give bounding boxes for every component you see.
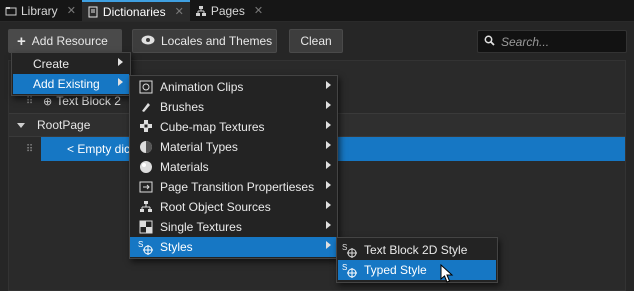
book-icon	[87, 6, 99, 18]
add-resource-button[interactable]: + Add Resource	[8, 29, 122, 53]
menu-item-root-object-sources[interactable]: Root Object Sources	[130, 197, 337, 217]
tab-strip: Library ✕ Dictionaries ✕ Pages ✕	[0, 0, 634, 22]
menu-item-page-transition[interactable]: Page Transition Propertieses	[130, 177, 337, 197]
style-icon: S	[342, 242, 358, 258]
menu-item-material-types[interactable]: Material Types	[130, 137, 337, 157]
menu-item-label: Material Types	[160, 140, 238, 154]
folder-icon	[5, 5, 17, 17]
style-icon: S	[138, 239, 154, 255]
root-object-icon	[138, 199, 154, 215]
menu-item-add-existing[interactable]: Add Existing	[13, 74, 129, 94]
brush-icon	[138, 99, 154, 115]
menu-item-single-textures[interactable]: Single Textures	[130, 217, 337, 237]
menu-item-label: Add Existing	[33, 77, 100, 91]
menu-item-label: Page Transition Propertieses	[160, 180, 315, 194]
chevron-right-icon	[326, 201, 331, 209]
drag-handle-icon[interactable]: ⠿	[23, 96, 35, 107]
chevron-right-icon	[326, 221, 331, 229]
search-icon	[484, 35, 495, 49]
menu-item-label: Text Block 2D Style	[364, 243, 468, 257]
tab-label: Library	[21, 3, 58, 18]
chevron-right-icon	[326, 161, 331, 169]
menu-item-label: Styles	[160, 240, 193, 254]
menu-item-create[interactable]: Create	[13, 54, 129, 74]
menu-item-typed-style[interactable]: S Typed Style	[338, 260, 496, 280]
styles-submenu: S Text Block 2D Style S Typed Style	[336, 237, 498, 283]
style-icon: S	[342, 262, 358, 278]
chevron-right-icon	[326, 181, 331, 189]
clean-button[interactable]: Clean	[289, 29, 343, 53]
add-resource-menu: Create Add Existing	[11, 52, 131, 96]
chevron-down-icon[interactable]	[17, 122, 25, 128]
menu-item-text-block-2d-style[interactable]: S Text Block 2D Style	[338, 240, 496, 260]
add-resource-label: Add Resource	[31, 34, 108, 48]
drag-handle-icon[interactable]: ⠿	[23, 144, 35, 155]
locales-and-themes-button[interactable]: Locales and Themes	[132, 29, 277, 53]
menu-item-label: Brushes	[160, 100, 205, 114]
menu-item-label: Single Textures	[160, 220, 242, 234]
menu-item-brushes[interactable]: Brushes	[130, 97, 337, 117]
svg-text:S: S	[138, 240, 143, 249]
eye-icon	[141, 34, 155, 48]
tab-label: Pages	[210, 3, 245, 18]
menu-item-label: Root Object Sources	[160, 200, 271, 214]
menu-item-label: Typed Style	[364, 263, 427, 277]
menu-item-label: Animation Clips	[160, 80, 244, 94]
clean-label: Clean	[300, 34, 332, 48]
chevron-right-icon	[326, 101, 331, 109]
search-box[interactable]	[477, 30, 627, 53]
chevron-right-icon	[326, 141, 331, 149]
add-existing-submenu: Animation Clips Brushes Cube-map Texture…	[129, 75, 338, 259]
svg-text:S: S	[342, 243, 347, 252]
chevron-right-icon	[326, 241, 331, 249]
page-transition-icon	[138, 179, 154, 195]
tree-row-label: < Empty dic	[67, 142, 131, 156]
tree-row-label: Text Block 2	[56, 94, 121, 108]
hierarchy-icon	[195, 5, 207, 17]
menu-item-animation-clips[interactable]: Animation Clips	[130, 77, 337, 97]
plus-icon: +	[17, 32, 26, 50]
close-icon[interactable]: ✕	[254, 4, 263, 17]
chevron-right-icon	[326, 81, 331, 89]
close-icon[interactable]: ✕	[175, 5, 184, 18]
menu-item-label: Cube-map Textures	[160, 120, 265, 134]
style-icon: ⊕	[43, 95, 53, 108]
menu-item-cubemap-textures[interactable]: Cube-map Textures	[130, 117, 337, 137]
chevron-right-icon	[118, 78, 123, 86]
search-input[interactable]	[501, 34, 621, 49]
material-icon	[138, 159, 154, 175]
close-icon[interactable]: ✕	[67, 4, 76, 17]
menu-item-label: Materials	[160, 160, 209, 174]
menu-item-materials[interactable]: Materials	[130, 157, 337, 177]
cubemap-icon	[138, 119, 154, 135]
texture-icon	[138, 219, 154, 235]
tab-pages[interactable]: Pages ✕	[190, 0, 269, 21]
mouse-cursor-icon	[440, 263, 454, 284]
material-type-icon	[138, 139, 154, 155]
chevron-right-icon	[326, 121, 331, 129]
tree-group-label: RootPage	[37, 118, 91, 132]
tab-library[interactable]: Library ✕	[0, 0, 82, 21]
locales-and-themes-label: Locales and Themes	[161, 34, 273, 48]
chevron-right-icon	[118, 58, 123, 66]
tab-label: Dictionaries	[102, 4, 166, 19]
animation-clip-icon	[138, 79, 154, 95]
menu-item-label: Create	[33, 57, 70, 71]
menu-item-styles[interactable]: S Styles	[130, 237, 337, 257]
svg-text:S: S	[342, 263, 347, 272]
tab-dictionaries[interactable]: Dictionaries ✕	[81, 0, 190, 21]
